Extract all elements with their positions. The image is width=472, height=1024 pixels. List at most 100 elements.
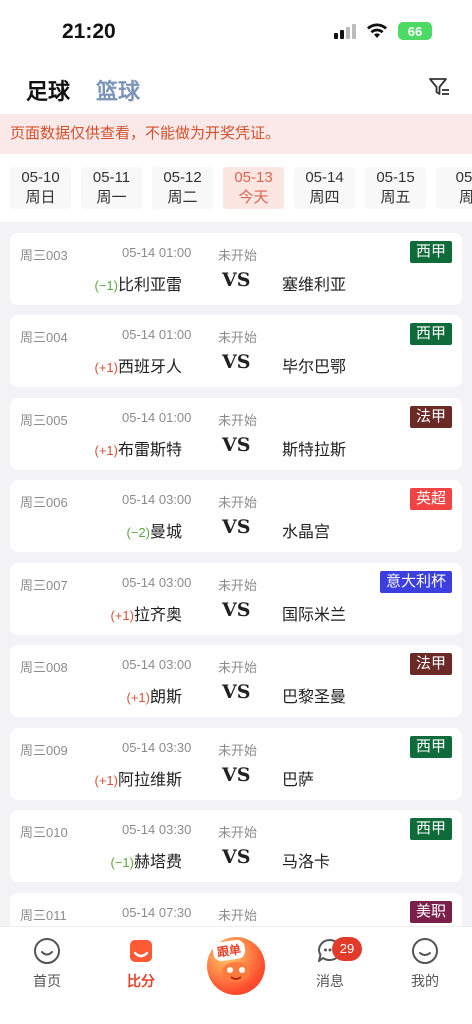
wifi-icon — [367, 23, 387, 38]
home-team: (−2)曼城 — [127, 518, 183, 542]
match-status: 未开始 — [218, 495, 258, 510]
nav-mine-label: 我的 — [411, 973, 439, 989]
match-time: 05-14 07:30 — [122, 904, 192, 920]
match-card[interactable]: 周三003 05-14 01:00 未开始 西甲 (−1)比利亚雷 VS 塞维利亚 — [10, 232, 462, 305]
home-team-name: 拉齐奥 — [133, 606, 182, 624]
league-badge: 意大利杯 — [379, 570, 452, 593]
battery-icon: 66 — [398, 22, 432, 40]
league-badge: 西甲 — [409, 735, 452, 758]
match-card[interactable]: 周三006 05-14 03:00 未开始 英超 (−2)曼城 VS 水晶宫 — [10, 480, 462, 552]
date-label: 05-13 — [234, 169, 273, 186]
match-time: 05-14 03:00 — [122, 574, 192, 590]
home-team: (−1)比利亚雷 — [95, 271, 183, 295]
home-team: (+1)朗斯 — [127, 683, 183, 707]
date-item[interactable]: 05-10 周日 — [10, 167, 71, 209]
match-code: 周三008 — [20, 660, 68, 675]
match-card[interactable]: 周三008 05-14 03:00 未开始 法甲 (+1)朗斯 VS 巴黎圣曼 — [10, 645, 462, 717]
match-time: 05-14 01:00 — [122, 327, 192, 342]
league-badge: 法甲 — [409, 405, 452, 428]
match-card[interactable]: 周三010 05-14 03:30 未开始 西甲 (−1)赫塔费 VS 马洛卡 — [10, 810, 462, 882]
match-time: 05-14 03:00 — [122, 657, 192, 672]
match-code: 周三003 — [20, 247, 68, 263]
match-time: 05-14 03:30 — [122, 739, 192, 755]
home-team: (+1)西班牙人 — [95, 353, 183, 377]
handicap: (−1) — [110, 855, 134, 870]
home-team: (+1)布雷斯特 — [95, 436, 183, 460]
match-code: 周三007 — [20, 577, 68, 593]
date-label: 05-12 — [163, 169, 202, 186]
match-time: 05-14 03:00 — [122, 492, 192, 507]
match-time: 05-14 03:30 — [122, 822, 192, 837]
status-icons: 66 — [334, 22, 432, 40]
weekday-label: 周 — [458, 189, 472, 206]
match-card[interactable]: 周三009 05-14 03:30 未开始 西甲 (+1)阿拉维斯 VS 巴萨 — [10, 727, 462, 800]
home-team-name: 比利亚雷 — [117, 276, 182, 294]
date-item[interactable]: 05-15 周五 — [365, 167, 426, 209]
match-code: 周三004 — [20, 330, 68, 345]
nav-messages-label: 消息 — [316, 973, 344, 989]
weekday-label: 周四 — [309, 189, 340, 206]
header: 足球 篮球 — [0, 62, 472, 114]
date-label: 05-14 — [305, 169, 344, 186]
date-item[interactable]: 05-12 周二 — [152, 167, 213, 209]
date-item[interactable]: 05-11 周一 — [81, 167, 142, 209]
away-team: 毕尔巴鄂 — [282, 359, 347, 376]
nav-home[interactable]: 首页 — [17, 937, 77, 991]
nav-score-label: 比分 — [127, 973, 155, 989]
follow-button[interactable]: 跟单 — [207, 937, 265, 995]
home-team: (+1)阿拉维斯 — [95, 766, 183, 790]
vs-label: VS — [222, 763, 251, 786]
handicap: (−1) — [94, 277, 118, 293]
filter-icon[interactable] — [428, 76, 450, 98]
vs-label: VS — [222, 681, 251, 703]
match-status: 未开始 — [218, 907, 258, 923]
league-badge: 法甲 — [409, 653, 452, 675]
away-team: 斯特拉斯 — [282, 441, 347, 459]
home-team-name: 阿拉维斯 — [117, 771, 182, 789]
tab-basketball[interactable]: 篮球 — [96, 74, 140, 106]
match-code: 周三010 — [20, 825, 68, 840]
match-code: 周三005 — [20, 412, 68, 428]
home-team-name: 朗斯 — [149, 689, 182, 706]
home-icon — [34, 938, 60, 964]
tab-football[interactable]: 足球 — [26, 74, 70, 106]
home-team: (−1)赫塔费 — [111, 848, 183, 872]
match-status: 未开始 — [218, 742, 258, 758]
match-card[interactable]: 周三005 05-14 01:00 未开始 法甲 (+1)布雷斯特 VS 斯特拉斯 — [10, 397, 462, 470]
match-card[interactable]: 周三004 05-14 01:00 未开始 西甲 (+1)西班牙人 VS 毕尔巴鄂 — [10, 315, 462, 387]
away-team: 国际米兰 — [282, 606, 347, 624]
vs-label: VS — [222, 268, 251, 291]
date-label: 05- — [455, 169, 472, 186]
nav-score[interactable]: 比分 — [111, 937, 171, 991]
match-code: 周三009 — [20, 742, 68, 758]
date-label: 05-10 — [21, 169, 60, 186]
date-selector: 05-10 周日 05-11 周一 05-12 周二 05-13 今天 05-14 周四 05-15… — [0, 154, 472, 222]
home-team-name: 曼城 — [149, 524, 182, 541]
match-list: 周三003 05-14 01:00 未开始 西甲 (−1)比利亚雷 VS 塞维利亚 周三004… — [0, 232, 472, 965]
nav-messages[interactable]: 29 消息 — [300, 937, 362, 991]
weekday-label: 周一 — [96, 189, 127, 206]
weekday-label: 周二 — [167, 189, 198, 206]
match-status: 未开始 — [218, 577, 258, 593]
away-team: 马洛卡 — [282, 854, 331, 871]
away-team: 巴萨 — [282, 771, 315, 789]
vs-label: VS — [222, 516, 251, 538]
score-icon — [130, 940, 152, 962]
date-item[interactable]: 05-14 周四 — [294, 167, 355, 209]
vs-label: VS — [222, 598, 251, 621]
date-label: 05-15 — [376, 169, 415, 186]
away-team: 水晶宫 — [282, 524, 331, 541]
home-team: (+1)拉齐奥 — [111, 601, 183, 625]
match-status: 未开始 — [218, 330, 258, 345]
match-status: 未开始 — [218, 660, 258, 675]
nav-mine[interactable]: 我的 — [395, 937, 455, 991]
nav-home-label: 首页 — [33, 973, 61, 989]
vs-label: VS — [222, 433, 251, 456]
status-bar: 21:20 66 — [0, 0, 472, 62]
date-item[interactable]: 05- 周 — [436, 167, 472, 209]
date-item[interactable]: 05-13 今天 — [223, 167, 284, 209]
league-badge: 英超 — [409, 488, 452, 510]
vs-label: VS — [222, 351, 251, 373]
match-card[interactable]: 周三007 05-14 03:00 未开始 意大利杯 (+1)拉齐奥 VS 国际米兰 — [10, 562, 462, 635]
profile-icon — [412, 938, 438, 964]
